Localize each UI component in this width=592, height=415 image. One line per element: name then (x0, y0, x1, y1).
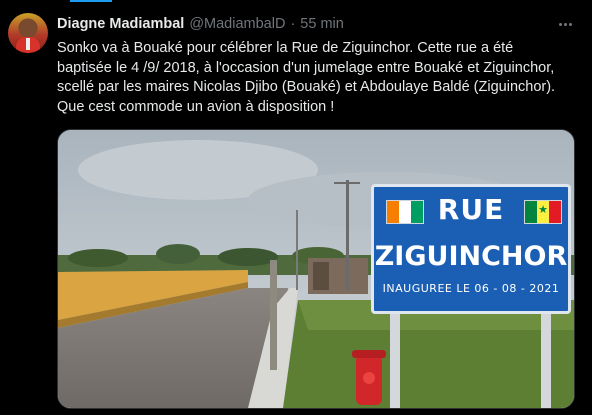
separator-dot: · (290, 16, 296, 32)
more-dots-icon (558, 22, 562, 26)
more-options-button[interactable] (555, 14, 575, 34)
more-dots-icon (563, 22, 567, 26)
user-handle[interactable]: @MadiambalD (189, 16, 285, 32)
tweet-text-line: Sonko va à Bouaké pour célébrer la Rue d… (57, 40, 514, 56)
tweet[interactable]: Diagne Madiambal @MadiambalD · 55 min So… (0, 0, 592, 415)
more-dots-icon (568, 22, 572, 26)
sign-text-street-name: ZIGUINCHOR (374, 241, 568, 272)
avatar[interactable] (8, 13, 48, 53)
sign-text-rue: RUE (437, 193, 505, 226)
tweet-text-line: Que cest commode un avion à disposition … (57, 98, 335, 115)
tweet-text-line: scellé par les maires Nicolas Djibo (Bou… (57, 79, 556, 95)
display-name[interactable]: Diagne Madiambal (57, 16, 184, 32)
timestamp[interactable]: 55 min (300, 16, 344, 32)
avatar-tie (26, 38, 30, 50)
tweet-header: Diagne Madiambal @MadiambalD · 55 min (57, 14, 344, 34)
tweet-text: Sonko va à Bouaké pour célébrer la Rue d… (57, 39, 582, 117)
tweet-text-line: baptisée le 4 /9/ 2018, à l'occasion d'u… (57, 59, 555, 76)
sign-text-inauguration: INAUGUREE LE 06 - 08 - 2021 (382, 282, 560, 295)
tweet-photo[interactable]: RUE ZIGUINCHOR INAUGUREE LE 06 - 08 - 20… (57, 129, 575, 409)
street-sign: RUE ZIGUINCHOR INAUGUREE LE 06 - 08 - 20… (371, 184, 571, 314)
